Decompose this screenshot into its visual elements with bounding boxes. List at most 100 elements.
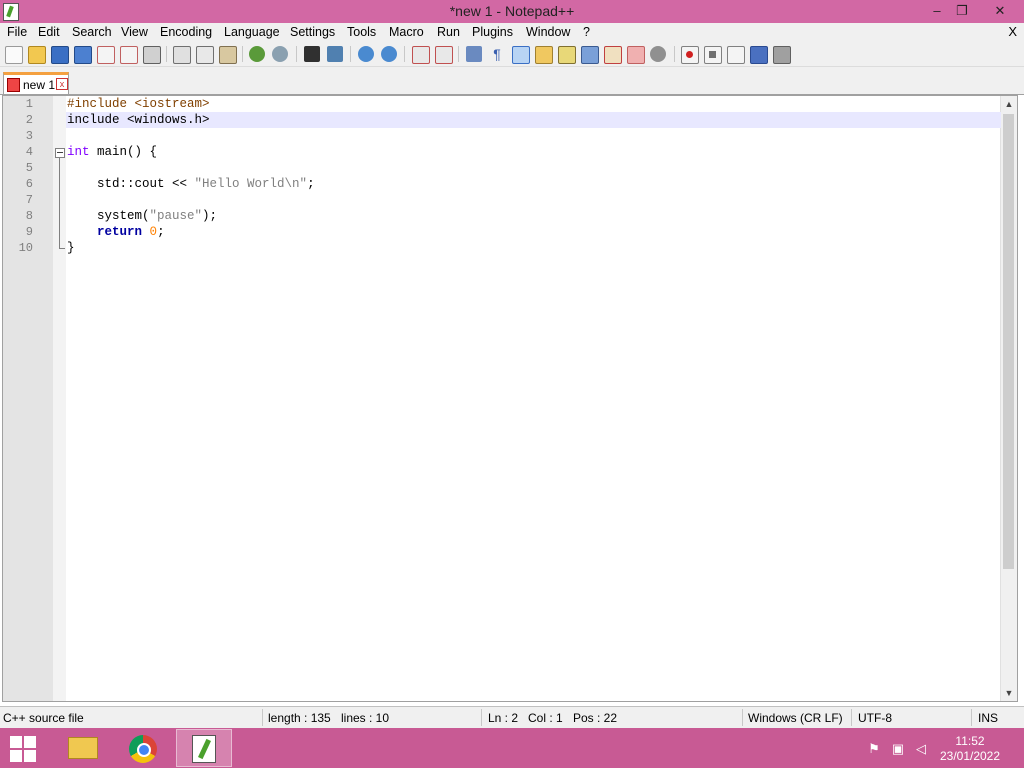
code-line[interactable]: #include <iostream> bbox=[66, 96, 1001, 112]
toolbar-separator bbox=[674, 46, 675, 62]
gray-circle-icon[interactable] bbox=[650, 46, 666, 62]
menu-macro[interactable]: Macro bbox=[389, 25, 424, 39]
find-icon[interactable] bbox=[304, 46, 320, 62]
volume-muted-icon[interactable]: ◁ bbox=[913, 742, 929, 756]
code-token: "pause" bbox=[149, 209, 203, 223]
scroll-up-icon[interactable]: ▲ bbox=[1001, 96, 1017, 112]
code-line[interactable]: return 0; bbox=[66, 224, 1001, 240]
code-token: main() { bbox=[89, 145, 158, 159]
taskbar-chrome[interactable] bbox=[115, 729, 171, 767]
record-macro-icon[interactable] bbox=[681, 46, 699, 64]
code-line[interactable]: } bbox=[66, 240, 1001, 256]
word-wrap-icon[interactable] bbox=[466, 46, 482, 62]
stop-macro-icon[interactable] bbox=[704, 46, 722, 64]
menu-view[interactable]: View bbox=[121, 25, 148, 39]
editor-area[interactable]: ▲ ▼ 1 #include <iostream> 2 include <window… bbox=[2, 95, 1018, 702]
code-token: ); bbox=[202, 209, 218, 223]
menu-plugins[interactable]: Plugins bbox=[472, 25, 513, 39]
line-number: 2 bbox=[25, 113, 33, 127]
undo-icon[interactable] bbox=[249, 46, 265, 62]
paste-icon[interactable] bbox=[219, 46, 237, 64]
code-line[interactable] bbox=[66, 160, 1001, 176]
chrome-icon bbox=[129, 735, 157, 763]
close-window-button[interactable]: ✕ bbox=[985, 1, 1015, 21]
fold-toggle-icon[interactable] bbox=[55, 148, 65, 158]
sync-vertical-icon[interactable] bbox=[412, 46, 430, 64]
network-icon[interactable]: ▣ bbox=[890, 742, 906, 756]
fold-end-marker bbox=[59, 248, 65, 249]
scroll-thumb[interactable] bbox=[1003, 114, 1014, 569]
windows-logo-icon bbox=[24, 736, 36, 748]
udl-icon[interactable] bbox=[535, 46, 553, 64]
tab-close-icon[interactable]: x bbox=[56, 78, 68, 90]
code-line[interactable]: int main() { bbox=[66, 144, 1001, 160]
zoom-out-icon[interactable] bbox=[381, 46, 397, 62]
code-token: std::cout << bbox=[67, 177, 195, 191]
toolbar-separator bbox=[166, 46, 167, 62]
save-icon[interactable] bbox=[51, 46, 69, 64]
status-separator bbox=[262, 709, 263, 726]
code-token: ; bbox=[307, 177, 315, 191]
fold-guide-line bbox=[59, 158, 60, 248]
menu-edit[interactable]: Edit bbox=[38, 25, 60, 39]
window-title: *new 1 - Notepad++ bbox=[449, 3, 575, 19]
menu-file[interactable]: File bbox=[7, 25, 27, 39]
menu-run[interactable]: Run bbox=[437, 25, 460, 39]
menu-window[interactable]: Window bbox=[526, 25, 570, 39]
code-line[interactable]: system("pause"); bbox=[66, 208, 1001, 224]
doc-map-icon[interactable] bbox=[558, 46, 576, 64]
code-text: int main() { bbox=[67, 145, 157, 159]
code-text: } bbox=[67, 241, 75, 255]
toolbar: ¶ bbox=[0, 42, 1024, 67]
code-token: ; bbox=[157, 225, 165, 239]
menu-search[interactable]: Search bbox=[72, 25, 112, 39]
replace-icon[interactable] bbox=[327, 46, 343, 62]
code-line[interactable]: include <windows.h> bbox=[66, 112, 1001, 128]
scroll-down-icon[interactable]: ▼ bbox=[1001, 685, 1017, 701]
menu-tools[interactable]: Tools bbox=[347, 25, 376, 39]
show-all-chars-icon[interactable]: ¶ bbox=[489, 46, 505, 62]
print-icon[interactable] bbox=[143, 46, 161, 64]
run-macro-multiple-icon[interactable] bbox=[750, 46, 768, 64]
code-text: return 0; bbox=[67, 225, 165, 239]
open-file-icon[interactable] bbox=[28, 46, 46, 64]
copy-icon[interactable] bbox=[196, 46, 214, 64]
toolbar-separator bbox=[404, 46, 405, 62]
code-line[interactable] bbox=[66, 192, 1001, 208]
redo-icon[interactable] bbox=[272, 46, 288, 62]
title-bar[interactable]: *new 1 - Notepad++ – ❐ ✕ bbox=[0, 0, 1024, 23]
start-button[interactable] bbox=[10, 736, 38, 762]
taskbar-notepadpp[interactable] bbox=[176, 729, 232, 767]
vertical-scrollbar[interactable]: ▲ ▼ bbox=[1000, 96, 1017, 701]
close-all-icon[interactable] bbox=[120, 46, 138, 64]
play-macro-icon[interactable] bbox=[727, 46, 745, 64]
menu-settings[interactable]: Settings bbox=[290, 25, 335, 39]
sync-horizontal-icon[interactable] bbox=[435, 46, 453, 64]
function-list-icon[interactable] bbox=[581, 46, 599, 64]
close-document-button[interactable]: X bbox=[1008, 24, 1017, 39]
monitoring-icon[interactable] bbox=[627, 46, 645, 64]
folder-workspace-icon[interactable] bbox=[604, 46, 622, 64]
status-separator bbox=[851, 709, 852, 726]
file-explorer-icon bbox=[68, 737, 98, 759]
cut-icon[interactable] bbox=[173, 46, 191, 64]
new-file-icon[interactable] bbox=[5, 46, 23, 64]
code-text: system("pause"); bbox=[67, 209, 217, 223]
indent-guide-icon[interactable] bbox=[512, 46, 530, 64]
restore-button[interactable]: ❐ bbox=[947, 1, 977, 21]
code-token: } bbox=[67, 241, 75, 255]
code-line[interactable]: std::cout << "Hello World\n"; bbox=[66, 176, 1001, 192]
system-clock[interactable]: 11:52 23/01/2022 bbox=[930, 734, 1010, 764]
menu-help[interactable]: ? bbox=[583, 25, 590, 39]
menu-encoding[interactable]: Encoding bbox=[160, 25, 212, 39]
taskbar-file-explorer[interactable] bbox=[54, 729, 110, 767]
menu-language[interactable]: Language bbox=[224, 25, 280, 39]
code-line[interactable] bbox=[66, 128, 1001, 144]
zoom-in-icon[interactable] bbox=[358, 46, 374, 62]
close-icon[interactable] bbox=[97, 46, 115, 64]
action-center-flag-icon[interactable]: ⚑ bbox=[866, 742, 882, 756]
save-all-icon[interactable] bbox=[74, 46, 92, 64]
tab-new-1[interactable]: new 1 x bbox=[3, 72, 69, 94]
line-number: 9 bbox=[25, 225, 33, 239]
save-macro-icon[interactable] bbox=[773, 46, 791, 64]
